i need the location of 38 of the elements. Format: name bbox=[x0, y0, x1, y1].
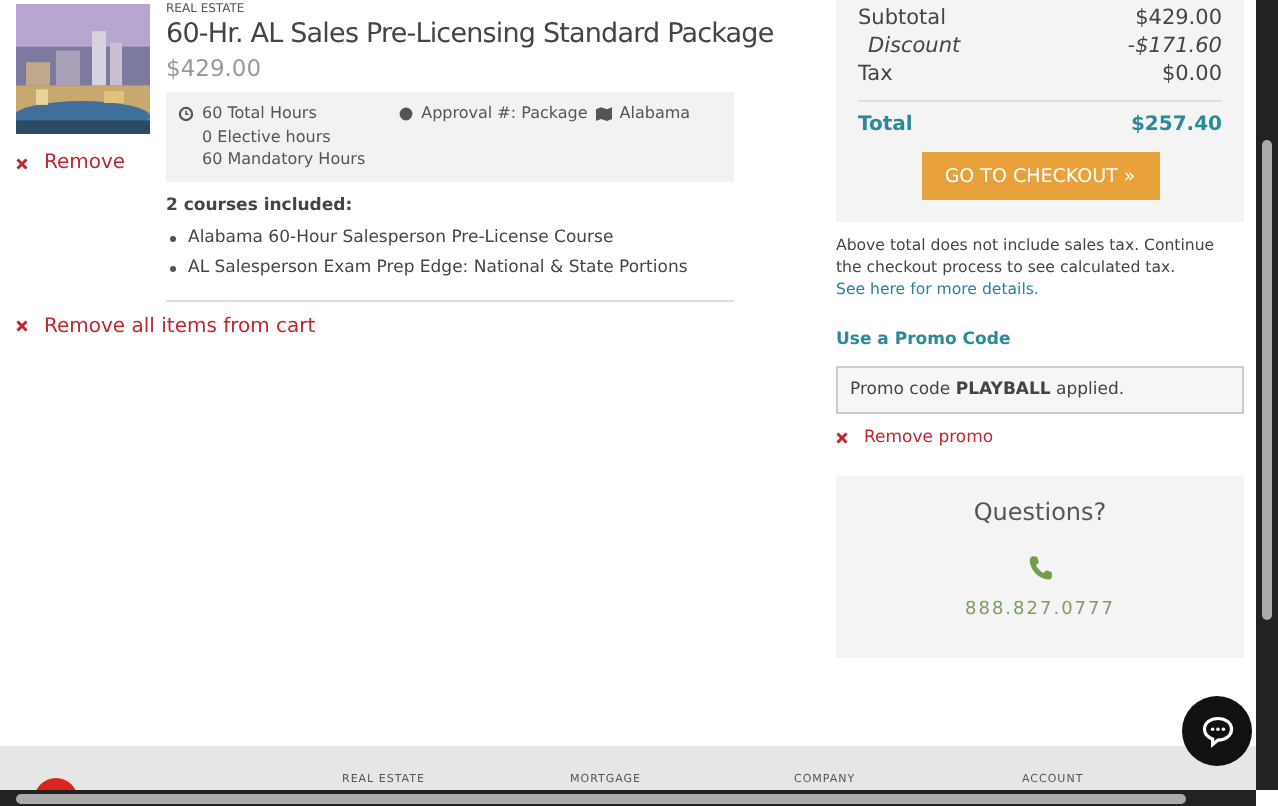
questions-heading: Questions? bbox=[973, 498, 1107, 526]
promo-heading[interactable]: Use a Promo Code bbox=[836, 330, 1244, 350]
horizontal-scrollbar[interactable] bbox=[0, 790, 1256, 806]
course-item: Alabama 60-Hour Salesperson Pre-License Course bbox=[170, 223, 786, 253]
hours-text: 60 Mandatory Hours bbox=[202, 148, 366, 171]
close-icon bbox=[16, 320, 28, 332]
phone-number[interactable]: 888.827.0777 bbox=[965, 600, 1115, 620]
summary-value: $0.00 bbox=[1161, 60, 1222, 88]
summary-label: Subtotal bbox=[858, 4, 946, 32]
product-title: 60-Hr. AL Sales Pre-Licensing Standard Package bbox=[166, 18, 776, 52]
total-label: Total bbox=[858, 112, 913, 140]
approval-text: Approval #: Package bbox=[421, 102, 588, 125]
map-icon bbox=[595, 106, 612, 122]
course-item: AL Salesperson Exam Prep Edge: National & State Portions bbox=[170, 253, 786, 283]
phone-icon bbox=[1025, 554, 1055, 584]
total-value: $257.40 bbox=[1130, 112, 1222, 140]
state-text: Alabama bbox=[619, 102, 691, 125]
hours-text: 60 Total Hours bbox=[202, 102, 319, 125]
remove-promo-button[interactable]: Remove promo bbox=[836, 428, 994, 448]
chat-icon bbox=[1199, 713, 1235, 749]
summary-label: Tax bbox=[858, 60, 893, 88]
close-icon bbox=[16, 157, 28, 169]
remove-all-button[interactable]: Remove all items from cart bbox=[16, 315, 316, 337]
dot-icon bbox=[397, 106, 414, 122]
promo-message: Promo code PLAYBALL applied. bbox=[836, 366, 1244, 414]
hours-text: 0 Elective hours bbox=[202, 125, 333, 148]
clock-icon bbox=[178, 106, 194, 122]
summary-label: Discount bbox=[868, 32, 961, 60]
courses-heading: 2 courses included: bbox=[166, 195, 355, 215]
chat-button[interactable] bbox=[1182, 696, 1252, 766]
remove-button[interactable]: Remove bbox=[16, 152, 126, 174]
summary-value: -$171.60 bbox=[1127, 32, 1222, 60]
close-icon bbox=[836, 432, 848, 444]
bullet-icon bbox=[170, 265, 176, 271]
summary-value: $429.00 bbox=[1135, 4, 1222, 32]
vertical-scrollbar[interactable] bbox=[1256, 0, 1278, 790]
product-price: $429.00 bbox=[166, 54, 264, 82]
bullet-icon bbox=[170, 235, 176, 241]
